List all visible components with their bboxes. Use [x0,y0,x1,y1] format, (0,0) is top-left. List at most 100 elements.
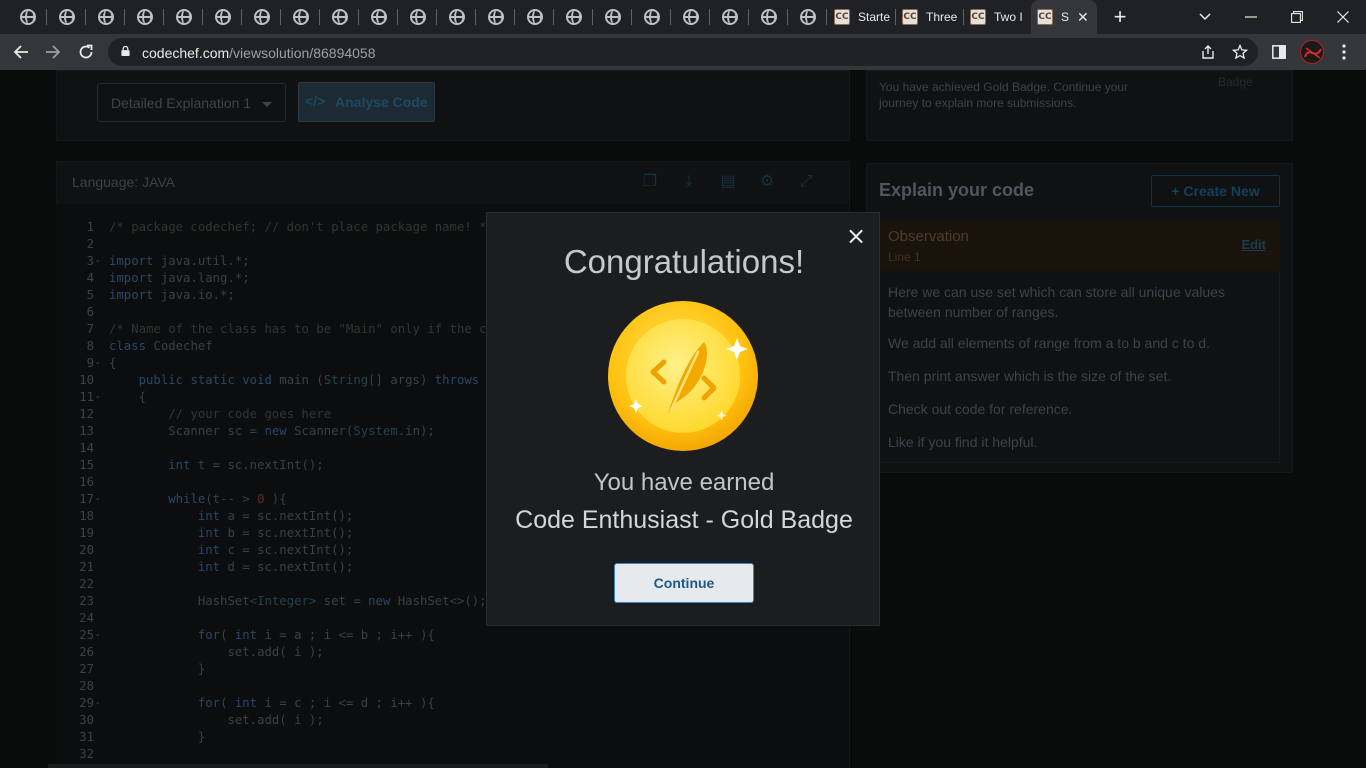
codechef-icon: CC [1037,9,1053,25]
restore-icon [1291,11,1303,23]
url-text: codechef.com/viewsolution/86894058 [142,45,376,61]
more-vert-icon [1342,44,1346,60]
tab-globe[interactable] [281,0,320,34]
minimize-button[interactable] [1228,0,1274,34]
address-bar[interactable]: codechef.com/viewsolution/86894058 [108,38,1258,66]
code-line: 28 [79,679,94,693]
explanation-para-1: Here we can use set which can store all … [888,282,1225,322]
file-icon: ▤ [720,173,736,190]
tab-globe[interactable] [164,0,203,34]
tab-globe[interactable] [359,0,398,34]
gold-badge-note: You have achieved Gold Badge. Continue y… [879,79,1128,111]
profile-avatar[interactable] [1300,40,1324,64]
fullscreen-button[interactable]: ⤢ [796,172,816,192]
create-new-button[interactable]: + Create New [1151,175,1280,207]
share-button[interactable] [1196,40,1220,64]
codechef-icon: CC [902,9,918,25]
explanation-text: Here we can use set which can store all … [888,284,1225,300]
code-line: 30 set.add( i ); [79,713,324,727]
globe-icon [799,9,816,25]
tab-globe[interactable] [476,0,515,34]
tab-strip: CC Starte CC Three CC Two I CC S ✕ + [0,0,1366,34]
explanation-text: Like if you find it helpful. [888,434,1038,450]
code-icon: </> [305,93,326,109]
tab-title: Two I [994,10,1023,24]
tab-globe[interactable] [632,0,671,34]
minimize-icon [1245,16,1257,18]
continue-button[interactable]: Continue [614,563,754,603]
analyse-code-button[interactable]: </> Analyse Code [298,82,435,122]
download-icon: ⤓ [685,173,693,190]
lock-icon [121,46,130,56]
url-path: /viewsolution/86894058 [229,45,376,61]
reload-button[interactable] [74,40,98,64]
tab-globe[interactable] [398,0,437,34]
horizontal-scrollbar[interactable] [48,764,548,768]
tab-globe[interactable] [437,0,476,34]
tab-globe[interactable] [710,0,749,34]
tab-globe[interactable] [788,0,827,34]
download-button[interactable]: ⤓ [679,172,699,192]
tab-codechef[interactable]: CC Three [896,0,964,34]
tab-codechef-active[interactable]: CC S ✕ [1031,0,1097,34]
tab-title: Starte [858,10,891,24]
side-panel-button[interactable] [1267,40,1291,64]
tab-globe[interactable] [47,0,86,34]
globe-icon [253,9,270,25]
explain-title: Explain your code [879,180,1035,200]
gold-coin-badge-icon [608,301,758,451]
code-line: 31 } [79,730,206,744]
tab-globe[interactable] [8,0,47,34]
explanation-select-value: Detailed Explanation 1 [111,95,252,111]
close-window-button[interactable] [1320,0,1366,34]
observation-line: Line 1 [888,250,921,264]
code-line: 32 [79,747,94,761]
tab-globe[interactable] [554,0,593,34]
forward-button[interactable] [41,40,65,64]
file-button[interactable]: ▤ [718,172,738,192]
tab-globe[interactable] [242,0,281,34]
explanation-text: between number of ranges. [888,304,1059,320]
code-line: 26 set.add( i ); [79,645,324,659]
analyse-code-label: Analyse Code [335,94,428,110]
globe-icon [760,9,777,25]
observation-title: Observation [888,228,969,245]
tab-globe[interactable] [515,0,554,34]
menu-button[interactable] [1332,40,1356,64]
settings-button[interactable]: ⚙ [757,172,777,192]
url-domain: codechef.com [142,45,230,61]
star-icon [1231,43,1249,60]
side-panel-icon [1272,45,1286,59]
tab-globe[interactable] [320,0,359,34]
close-tab-icon[interactable]: ✕ [1077,9,1089,26]
globe-icon [175,9,192,25]
back-button[interactable] [9,40,33,64]
globe-icon [448,9,465,25]
tab-globe[interactable] [749,0,788,34]
code-line: 27 } [79,662,206,676]
tab-globe[interactable] [671,0,710,34]
globe-icon [643,9,660,25]
restore-button[interactable] [1274,0,1320,34]
expand-icon: ⤢ [799,173,813,190]
gold-note-line-2: journey to explain more submissions. [879,96,1077,110]
tab-globe[interactable] [86,0,125,34]
copy-button[interactable]: ❐ [640,172,660,192]
tab-globe[interactable] [593,0,632,34]
browser-toolbar: codechef.com/viewsolution/86894058 [0,34,1366,70]
code-line: 25 ▸ for( int i = a ; i <= b ; i++ ){ [79,628,435,642]
tab-codechef[interactable]: CC Two I [964,0,1030,34]
reload-icon [79,44,93,59]
tab-codechef[interactable]: CC Starte [828,0,896,34]
tab-globe[interactable] [125,0,164,34]
edit-link[interactable]: Edit [1241,237,1266,252]
tab-globe[interactable] [203,0,242,34]
arrow-right-icon [46,45,61,59]
globe-icon [97,9,114,25]
caret-down-icon [262,102,272,107]
new-tab-button[interactable]: + [1108,4,1132,30]
bookmark-button[interactable] [1228,40,1252,64]
explanation-select[interactable]: Detailed Explanation 1 [97,83,286,122]
globe-icon [370,9,387,25]
tab-search-button[interactable] [1182,0,1228,34]
